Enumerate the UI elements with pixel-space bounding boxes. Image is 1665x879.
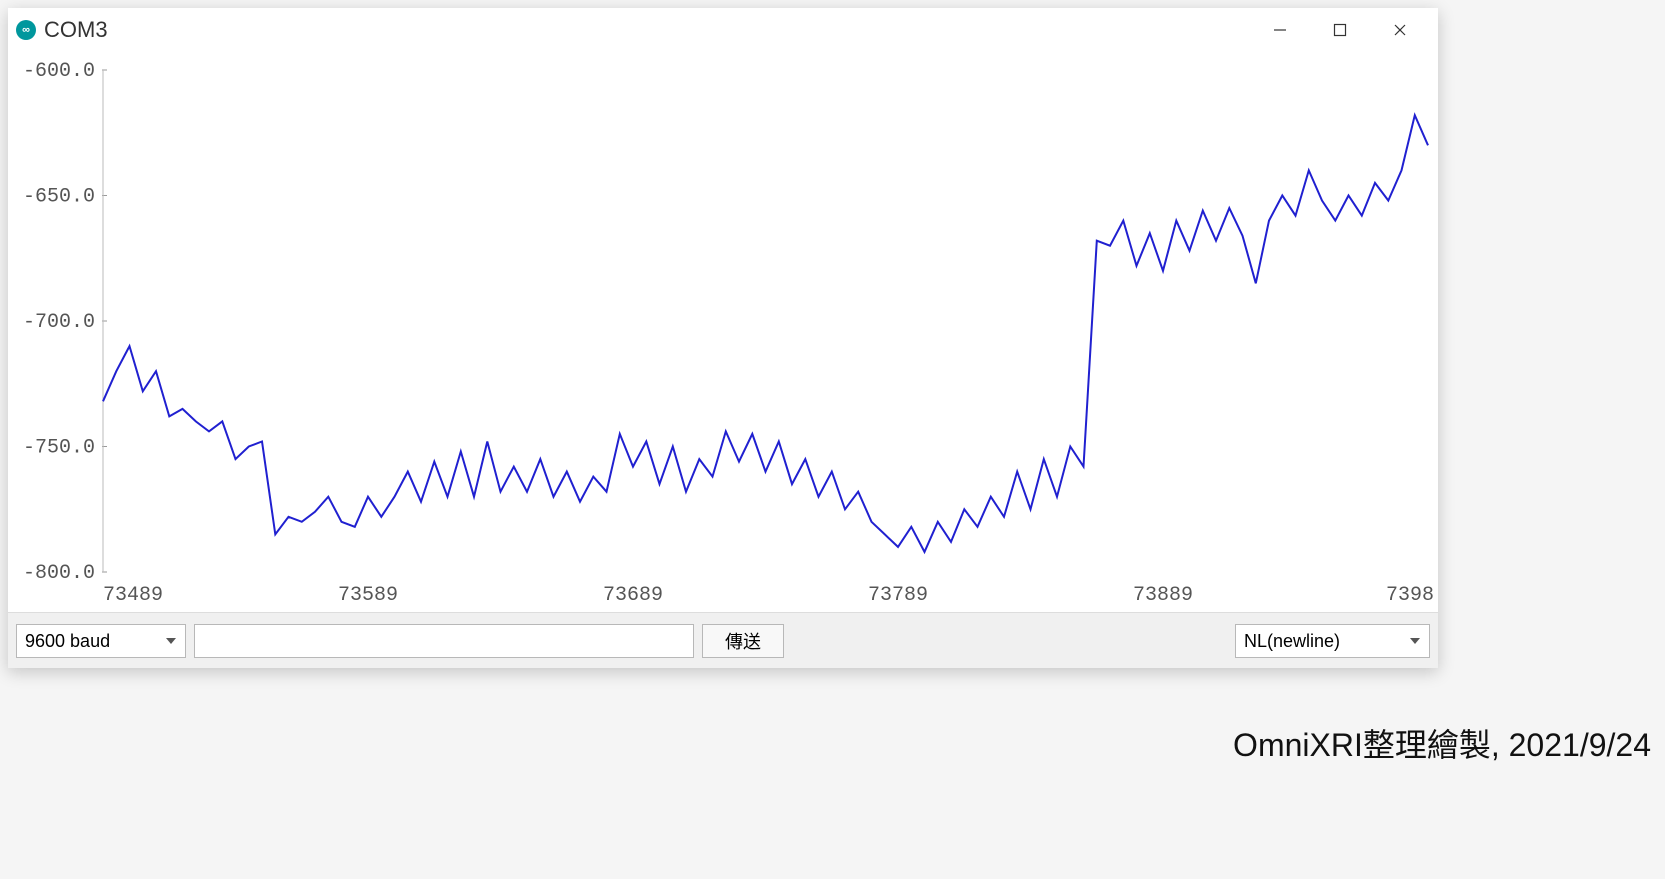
image-caption: OmniXRI整理繪製, 2021/9/24 xyxy=(1233,720,1651,766)
bottom-toolbar: 9600 baud 傳送 NL(newline) xyxy=(8,612,1438,668)
x-tick-label: 73589 xyxy=(338,584,398,607)
titlebar: ∞ COM3 xyxy=(8,8,1438,52)
y-tick-label: -750.0 xyxy=(23,437,95,460)
baud-rate-select[interactable]: 9600 baud xyxy=(16,624,186,658)
serial-input[interactable] xyxy=(194,624,694,658)
send-button[interactable]: 傳送 xyxy=(702,624,784,658)
line-ending-select[interactable]: NL(newline) xyxy=(1235,624,1430,658)
minimize-button[interactable] xyxy=(1250,8,1310,52)
x-tick-label: 73889 xyxy=(1133,584,1193,607)
x-tick-label: 73789 xyxy=(868,584,928,607)
maximize-button[interactable] xyxy=(1310,8,1370,52)
window-title: COM3 xyxy=(44,17,108,43)
x-tick-label: 7398 xyxy=(1386,584,1434,607)
close-button[interactable] xyxy=(1370,8,1430,52)
x-tick-label: 73489 xyxy=(103,584,163,607)
data-line xyxy=(103,115,1428,552)
y-tick-label: -700.0 xyxy=(23,311,95,334)
y-tick-label: -650.0 xyxy=(23,186,95,209)
y-tick-label: -600.0 xyxy=(23,60,95,83)
serial-plotter-window: ∞ COM3 -600.0 -650.0 -700.0 -750.0 -800.0 734… xyxy=(8,8,1438,668)
plot-area: -600.0 -650.0 -700.0 -750.0 -800.0 73489 73589… xyxy=(8,52,1438,612)
arduino-icon: ∞ xyxy=(16,20,36,40)
y-tick-label: -800.0 xyxy=(23,562,95,585)
x-tick-label: 73689 xyxy=(603,584,663,607)
